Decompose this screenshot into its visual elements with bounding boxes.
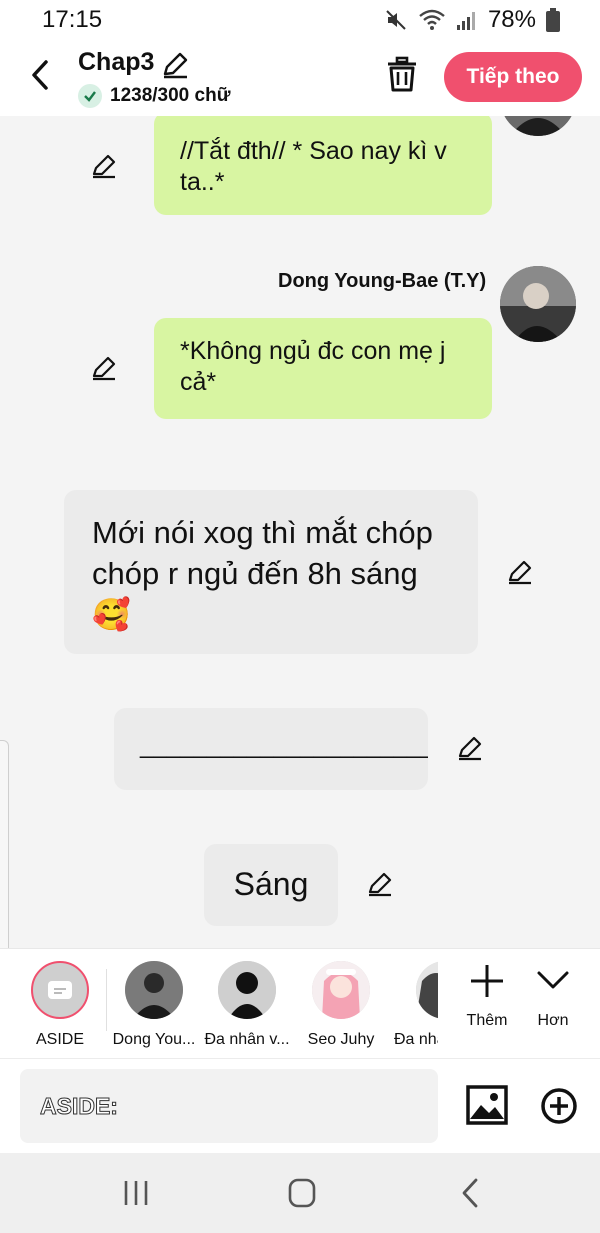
trash-icon[interactable] [384,56,420,96]
more-characters-button[interactable]: Hơn [518,961,588,1030]
character-selector: ASIDE Dong You... Đa nhân v... Seo Juhy … [0,948,600,1058]
character-avatar [125,961,183,1019]
character-avatar [416,961,438,1019]
message-bubble[interactable]: *Không ngủ đc con mẹ j cả* [154,318,492,419]
signal-icon [456,12,475,30]
character-seo-juhy[interactable]: Seo Juhy [293,961,389,1049]
edit-title-pencil-icon[interactable] [160,50,190,80]
wifi-icon [419,9,445,30]
message-text: _________________________ [140,732,428,759]
status-bar: 17:15 78% [0,0,600,40]
mute-icon [386,10,406,30]
character-avatar [218,961,276,1019]
next-button[interactable]: Tiếp theo [444,52,582,102]
composer [0,1058,600,1153]
battery-level: 78% [487,6,536,33]
word-count: 1238/300 chữ [110,85,231,106]
add-circle-icon[interactable] [540,1087,578,1125]
edit-message-pencil-icon[interactable] [90,152,118,180]
narration-bubble[interactable]: Sáng [204,844,338,926]
chapter-title[interactable]: Chap3 [78,48,154,77]
editor-header: Chap3 1238/300 chữ Tiếp theo [0,40,600,116]
message-text: Sáng [233,866,309,902]
character-dong-young-bae[interactable]: Dong You... [106,961,202,1049]
narration-bubble[interactable]: Mới nói xog thì mắt chóp chóp r ngủ đến … [64,490,478,654]
battery-icon [546,8,560,32]
character-label: Đa nhân v... [204,1031,290,1048]
plus-icon [471,965,503,997]
aside-icon [31,961,89,1019]
message-input[interactable] [20,1069,438,1143]
message-bubble[interactable]: //Tắt đth// * Sao nay kì v ta..* [154,116,492,215]
edit-message-pencil-icon[interactable] [90,354,118,382]
character-label: ASIDE [35,1031,84,1048]
more-characters-label: Hơn [537,1012,569,1029]
character-avatar[interactable] [500,116,576,136]
character-label: Seo Juhy [307,1031,375,1048]
character-label: Dong You... [112,1031,196,1048]
character-da-nhan-vat[interactable]: Đa nhân v... [199,961,295,1049]
edit-message-pencil-icon[interactable] [366,870,394,898]
back-nav-icon[interactable] [452,1177,488,1209]
character-label: Đa nhâ [394,1031,438,1048]
message-text: *Không ngủ đc con mẹ j cả* [180,337,446,396]
speaker-name: Dong Young-Bae (T.Y) [278,270,487,292]
character-avatar [312,961,370,1019]
message-text: Mới nói xog thì mắt chóp chóp r ngủ đến … [92,515,433,632]
chevron-down-icon [537,971,569,989]
system-nav-bar [0,1153,600,1233]
home-icon[interactable] [284,1177,320,1209]
character-da-nhan[interactable]: Đa nhâ [386,961,438,1049]
edit-message-pencil-icon[interactable] [506,558,534,586]
check-icon [78,84,102,108]
add-character-button[interactable]: Thêm [452,961,522,1030]
narration-bubble[interactable]: _________________________ [114,708,428,790]
edit-message-pencil-icon[interactable] [456,734,484,762]
status-icons: 78% [384,6,560,34]
add-character-label: Thêm [466,1012,508,1029]
word-count-row: 1238/300 chữ [78,84,230,108]
recent-apps-icon[interactable] [118,1177,154,1209]
back-arrow-icon[interactable] [24,58,58,92]
message-text: //Tắt đth// * Sao nay kì v ta..* [180,137,447,196]
status-time: 17:15 [42,6,103,33]
character-avatar[interactable] [500,266,576,342]
character-aside[interactable]: ASIDE [12,961,108,1049]
scroll-handle[interactable] [0,740,9,970]
chat-area[interactable]: //Tắt đth// * Sao nay kì v ta..* Dong Yo… [0,116,600,948]
image-icon[interactable] [466,1085,508,1125]
